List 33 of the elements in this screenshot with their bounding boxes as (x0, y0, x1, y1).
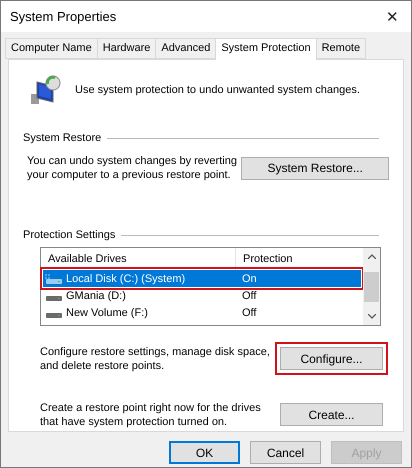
drive-icon (45, 274, 63, 284)
protection-status: Off (241, 306, 256, 318)
create-description: Create a restore point right now for the drives that have system protection turned on. (40, 400, 262, 428)
drive-name: Local Disk (C:) (System) (66, 272, 186, 284)
dialog-button[interactable]: Cancel (250, 441, 321, 464)
tab[interactable]: Remote (316, 38, 366, 59)
group-title: Protection Settings (23, 229, 116, 241)
drive-row[interactable]: Local Disk (C:) (System) On (43, 270, 361, 287)
close-button[interactable]: ✕ (386, 8, 399, 26)
dialog-button[interactable]: OK (169, 441, 240, 464)
intro-text: Use system protection to undo unwanted system changes. (75, 84, 360, 96)
protection-status: Off (241, 290, 256, 302)
protection-status: On (241, 272, 257, 284)
computer-shield-icon (29, 74, 61, 106)
restore-description: You can undo system changes by reverting your computer to a previous restore point. (27, 154, 238, 182)
tab[interactable]: Hardware (96, 38, 156, 59)
configure-description: Configure restore settings, manage disk space, and delete restore points. (40, 344, 270, 372)
group-title: System Restore (23, 132, 102, 144)
scroll-down-icon[interactable] (368, 314, 376, 319)
drive-row[interactable]: GMania (D:) Off (43, 287, 361, 304)
drive-row[interactable]: New Volume (F:) Off (43, 304, 361, 321)
system-restore-button[interactable]: System Restore... (241, 156, 389, 180)
tab[interactable]: System Protection (215, 38, 317, 60)
tab[interactable]: Advanced (155, 38, 216, 59)
window-title: System Properties (10, 9, 116, 24)
drive-name: GMania (D:) (66, 290, 126, 302)
drive-name: New Volume (F:) (66, 306, 148, 318)
create-button[interactable]: Create... (280, 403, 383, 426)
scrollbar[interactable] (363, 248, 380, 325)
configure-button[interactable]: Configure... (280, 347, 383, 370)
column-header[interactable]: Protection (236, 248, 356, 270)
scroll-up-icon[interactable] (368, 254, 376, 259)
tab[interactable]: Computer Name (5, 38, 98, 59)
